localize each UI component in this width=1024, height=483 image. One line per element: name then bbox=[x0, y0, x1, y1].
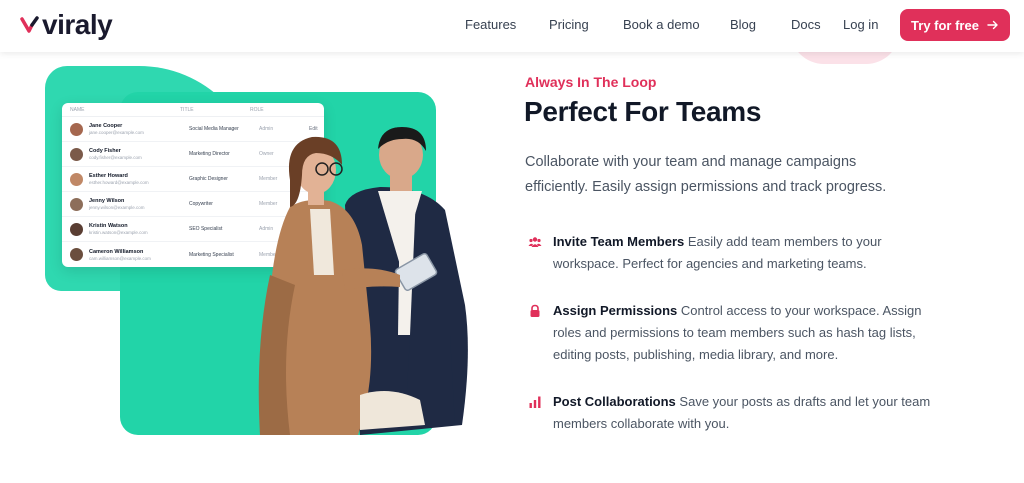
nav-book-demo[interactable]: Book a demo bbox=[623, 17, 700, 32]
nav-pricing[interactable]: Pricing bbox=[549, 17, 589, 32]
login-link[interactable]: Log in bbox=[843, 17, 878, 32]
feature-title: Assign Permissions bbox=[553, 303, 678, 318]
viraly-logo-icon bbox=[20, 16, 39, 33]
feature-text: Invite Team Members Easily add team memb… bbox=[553, 231, 933, 275]
nav-features[interactable]: Features bbox=[465, 17, 516, 32]
feature-text: Assign Permissions Control access to you… bbox=[553, 300, 933, 366]
avatar bbox=[70, 147, 83, 161]
logo-wordmark: viraly bbox=[42, 9, 113, 40]
member-email: esther.howard@example.com bbox=[89, 180, 149, 185]
avatar bbox=[70, 248, 83, 261]
site-header: viraly Features Pricing Book a demo Blog… bbox=[0, 0, 1024, 52]
lock-icon bbox=[530, 304, 540, 317]
try-free-button[interactable]: Try for free bbox=[900, 9, 1010, 41]
member-name: Cody Fisher bbox=[89, 148, 121, 154]
avatar bbox=[70, 222, 83, 236]
section-eyebrow: Always In The Loop bbox=[525, 74, 657, 90]
member-title: SEO Specialist bbox=[189, 226, 223, 232]
member-email: cody.fisher@example.com bbox=[89, 155, 142, 160]
col-name-header: Name bbox=[70, 106, 85, 113]
team-people-photo bbox=[258, 127, 468, 435]
col-title-header: Title bbox=[180, 106, 194, 113]
feature-text: Post Collaborations Save your posts as d… bbox=[553, 391, 933, 435]
viraly-logo[interactable]: viraly bbox=[20, 9, 113, 40]
nav-docs[interactable]: Docs bbox=[791, 17, 821, 32]
users-icon bbox=[528, 237, 542, 247]
avatar bbox=[70, 197, 83, 211]
avatar bbox=[70, 172, 83, 186]
arrow-right-icon bbox=[987, 20, 998, 30]
member-name: Kristin Watson bbox=[89, 223, 128, 229]
member-name: Jenny Wilson bbox=[89, 198, 125, 204]
section-title: Perfect For Teams bbox=[524, 96, 762, 127]
feature-title: Invite Team Members bbox=[553, 234, 685, 249]
member-email: kristin.watson@example.com bbox=[89, 230, 148, 235]
try-free-label: Try for free bbox=[911, 17, 979, 33]
member-title: Marketing Specialist bbox=[189, 251, 234, 258]
member-email: cam.williamson@example.com bbox=[89, 255, 151, 261]
feature-title: Post Collaborations bbox=[553, 394, 676, 409]
team-table-header: Name Title Role bbox=[62, 103, 324, 117]
member-email: jenny.wilson@example.com bbox=[89, 205, 145, 210]
member-name: Cameron Williamson bbox=[89, 248, 144, 255]
nav-blog[interactable]: Blog bbox=[730, 17, 756, 32]
member-title: Graphic Designer bbox=[189, 176, 228, 182]
member-name: Jane Cooper bbox=[89, 123, 123, 129]
member-name: Esther Howard bbox=[89, 173, 128, 179]
section-description: Collaborate with your team and manage ca… bbox=[525, 154, 887, 195]
member-title: Copywriter bbox=[189, 201, 213, 207]
col-role-header: Role bbox=[250, 106, 264, 113]
member-title: Marketing Director bbox=[189, 151, 230, 157]
avatar bbox=[70, 122, 83, 136]
member-email: jane.cooper@example.com bbox=[89, 130, 144, 135]
bar-chart-icon bbox=[529, 396, 541, 408]
member-title: Social Media Manager bbox=[189, 126, 239, 132]
